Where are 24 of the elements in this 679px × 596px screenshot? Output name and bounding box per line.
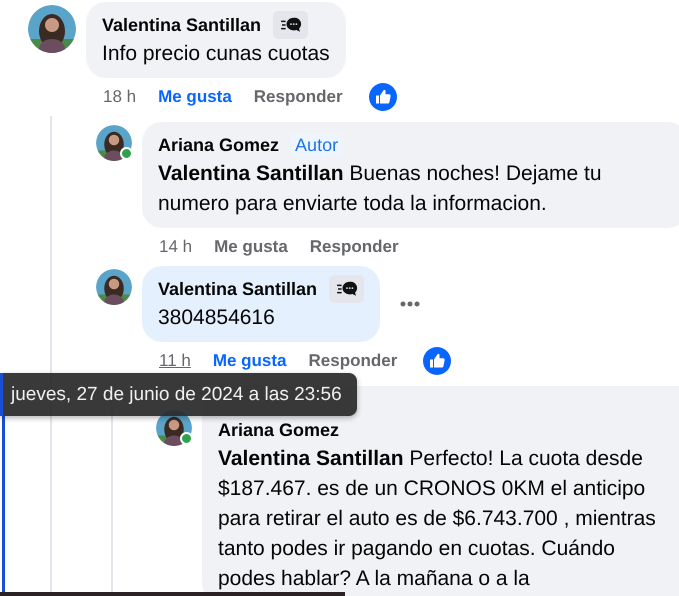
like-reaction-icon[interactable] bbox=[423, 347, 452, 375]
comment-text: Valentina Santillan Buenas noches! Dejame tu numero para enviarte toda la informacion. bbox=[158, 161, 603, 217]
author-name[interactable]: Ariana Gomez bbox=[158, 134, 280, 156]
comment-time[interactable]: 14 h bbox=[159, 237, 192, 257]
like-link[interactable]: Me gusta bbox=[212, 351, 287, 371]
author-badge: Autor bbox=[291, 134, 342, 156]
reply-link[interactable]: Responder bbox=[254, 87, 343, 107]
like-reaction-icon[interactable] bbox=[368, 83, 397, 111]
reply-link[interactable]: Responder bbox=[310, 237, 399, 257]
author-name[interactable]: Ariana Gomez bbox=[218, 420, 340, 440]
author-name[interactable]: Valentina Santillan bbox=[102, 14, 262, 36]
comment-text: 3804854616 bbox=[158, 305, 276, 331]
like-link[interactable]: Me gusta bbox=[214, 237, 288, 257]
avatar[interactable] bbox=[96, 269, 132, 305]
comment-time[interactable]: 18 h bbox=[103, 87, 136, 107]
more-options-icon[interactable] bbox=[400, 301, 420, 307]
avatar[interactable] bbox=[28, 5, 76, 53]
author-name[interactable]: Valentina Santillan bbox=[158, 278, 318, 300]
reply-link[interactable]: Responder bbox=[308, 351, 398, 371]
comment-text: Info precio cunas cuotas bbox=[102, 41, 330, 67]
comment-text: Valentina Santillan Perfecto! La cuota desde $187.467. es de un CRONOS 0KM el anticipo para retirar el auto es de $6.743.700 , mientras tanto podes ir pagando en cuotas. Cuándo podes hablar? A la mañana o a la bbox=[218, 446, 657, 592]
date-tooltip: jueves, 27 de junio de 2024 a las 23:56 bbox=[0, 373, 357, 416]
comment-time[interactable]: 11 h bbox=[159, 351, 191, 371]
like-link[interactable]: Me gusta bbox=[158, 87, 232, 107]
